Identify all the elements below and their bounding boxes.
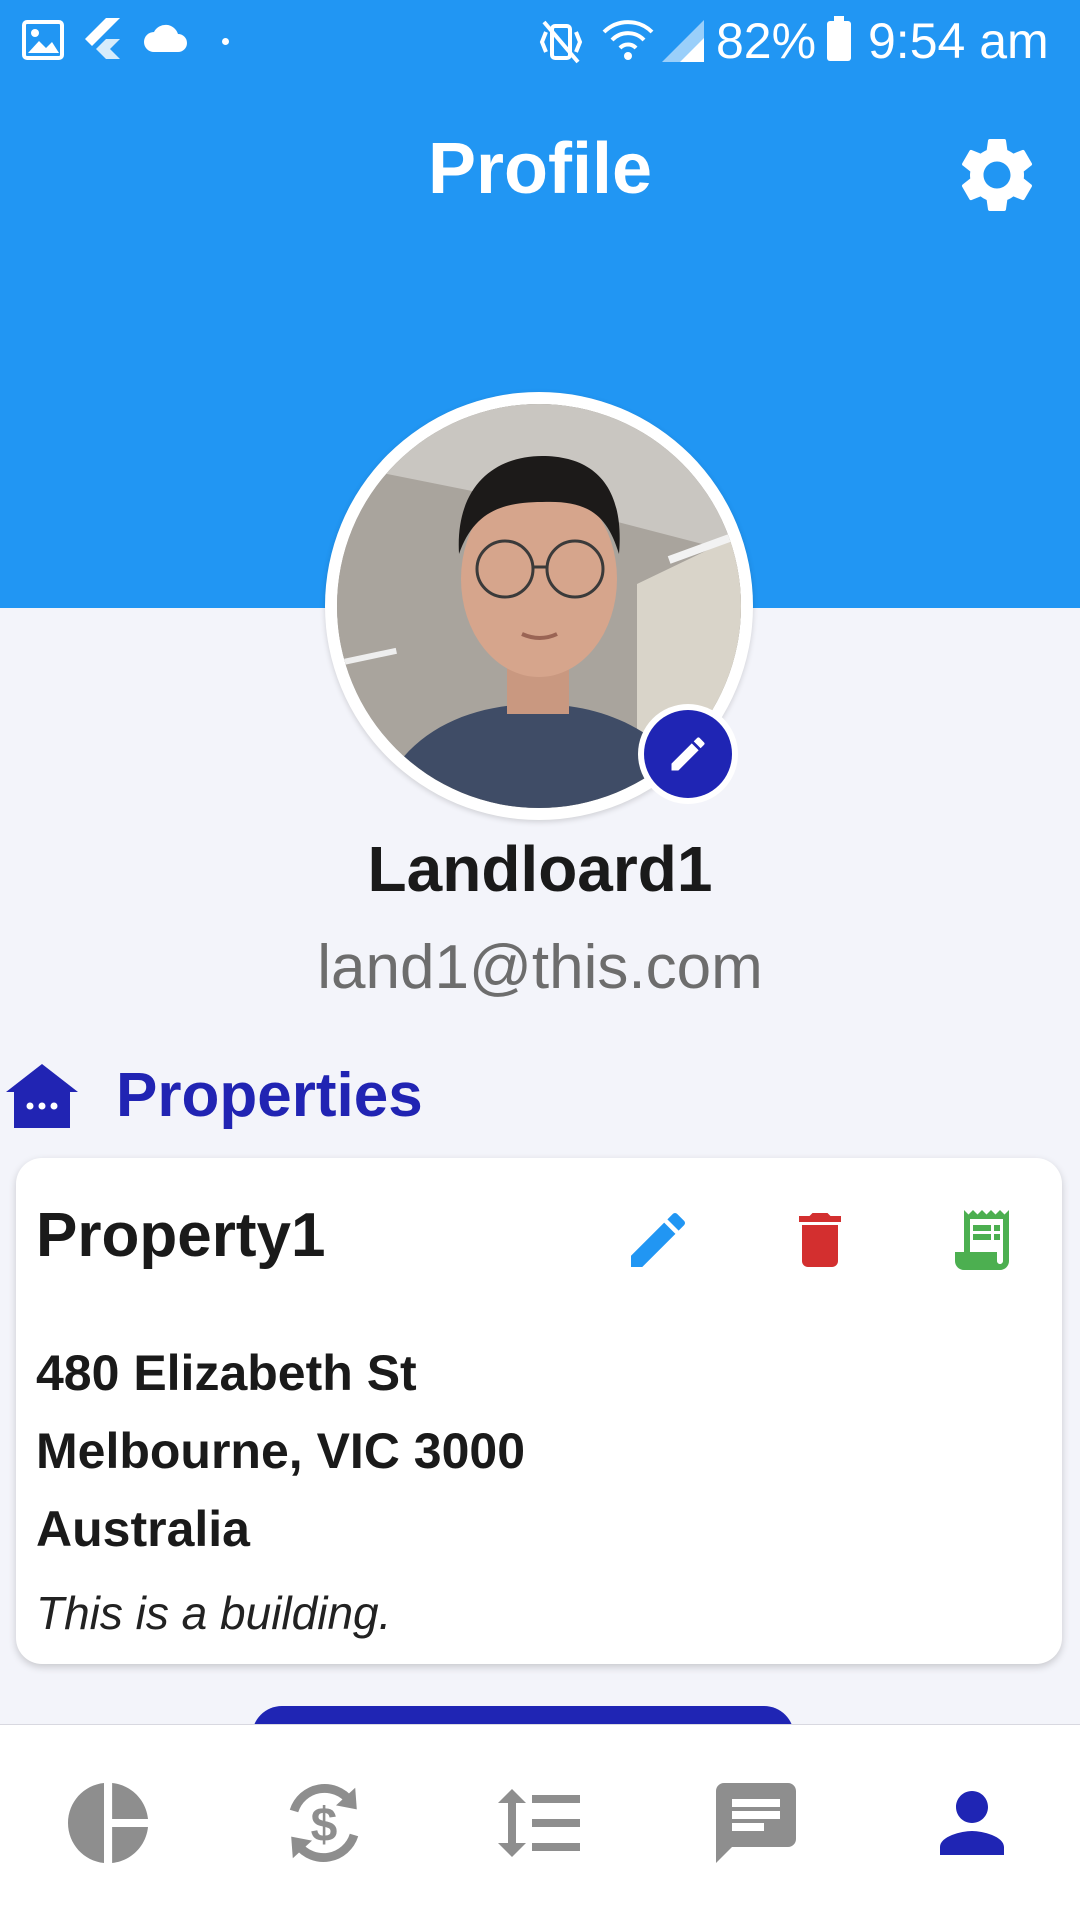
property-name: Property1 xyxy=(36,1201,326,1270)
property-card[interactable]: Property1 480 Elizabeth St Melbourne, VI… xyxy=(16,1158,1062,1664)
flutter-icon xyxy=(85,18,120,59)
bottom-navigation: $ xyxy=(0,1724,1080,1921)
address-line-1: 480 Elizabeth St xyxy=(36,1345,417,1401)
notification-dot-icon xyxy=(222,38,229,45)
signal-icon xyxy=(662,20,704,62)
edit-avatar-button[interactable] xyxy=(638,704,738,804)
delete-property-trash-icon[interactable] xyxy=(784,1204,856,1276)
messages-icon[interactable] xyxy=(708,1775,804,1871)
address-line-2: Melbourne, VIC 3000 xyxy=(36,1423,526,1479)
payments-icon[interactable]: $ xyxy=(276,1775,372,1871)
svg-text:$: $ xyxy=(311,1799,338,1852)
address-line-3: Australia xyxy=(36,1501,250,1557)
profile-icon[interactable] xyxy=(924,1775,1020,1871)
battery-icon xyxy=(827,16,851,61)
battery-percentage: 82% xyxy=(716,13,817,69)
wifi-icon xyxy=(602,20,654,60)
clock: 9:54 am xyxy=(868,13,1049,69)
edit-property-pencil-icon[interactable] xyxy=(622,1204,694,1276)
settings-gear-icon[interactable] xyxy=(952,130,1042,220)
list-icon[interactable] xyxy=(492,1775,588,1871)
page-title: Profile xyxy=(427,129,653,209)
receipt-icon[interactable] xyxy=(946,1204,1018,1276)
status-bar: 82% 9:54 am xyxy=(0,0,1080,84)
property-description: This is a building. xyxy=(36,1587,392,1639)
gallery-icon xyxy=(22,20,64,60)
dashboard-icon[interactable] xyxy=(60,1775,156,1871)
pencil-icon xyxy=(671,737,705,771)
profile-name: Landloard1 xyxy=(367,833,713,905)
cloud-icon xyxy=(144,24,187,52)
profile-email: land1@this.com xyxy=(317,933,763,1002)
house-icon xyxy=(6,1064,78,1128)
vibrate-icon xyxy=(539,20,583,64)
section-title-properties: Properties xyxy=(116,1061,423,1130)
